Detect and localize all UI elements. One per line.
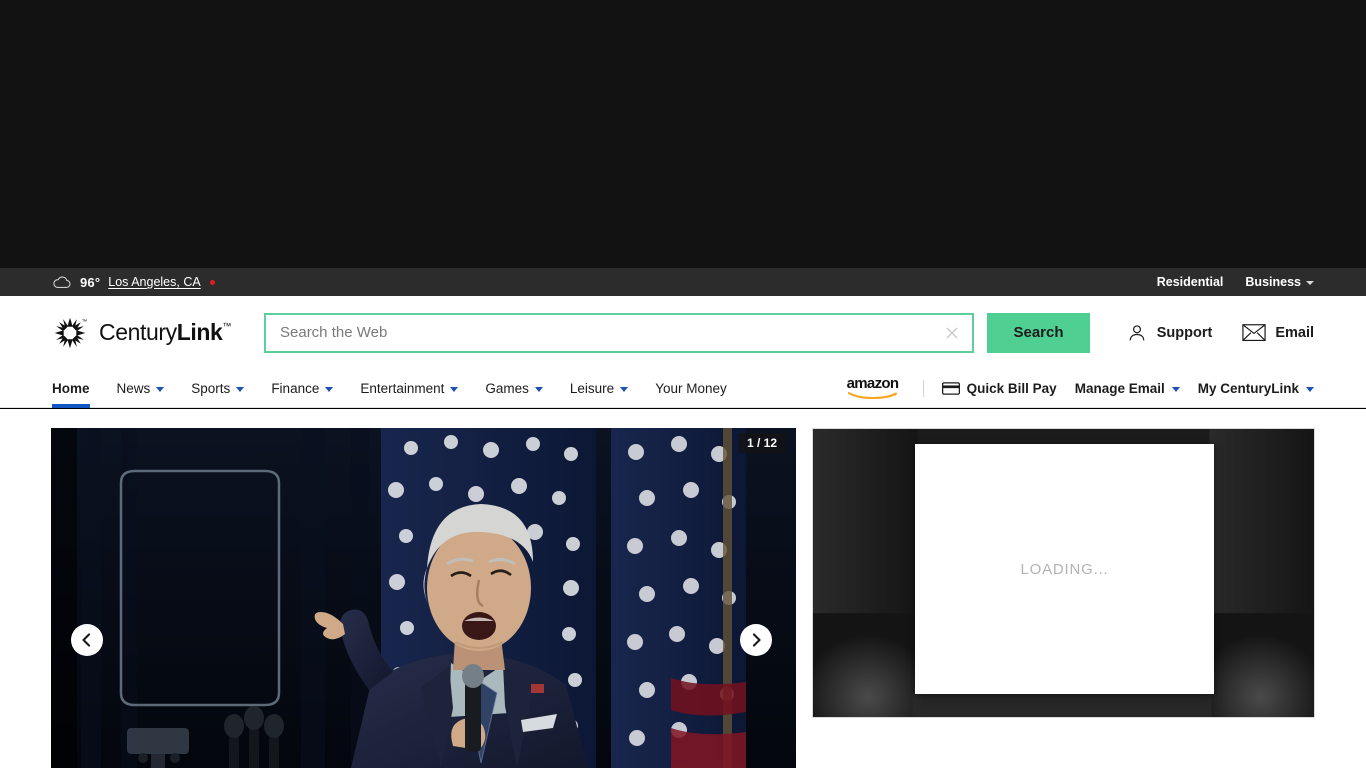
search-box[interactable]	[264, 312, 974, 353]
manage-email-label: Manage Email	[1074, 380, 1165, 396]
weather-location-link[interactable]: Los Angeles, CA	[108, 275, 200, 289]
svg-text:™: ™	[82, 319, 87, 325]
nav-item-sports[interactable]: Sports	[191, 369, 245, 408]
utility-bar: 96° Los Angeles, CA Residential Business	[0, 268, 1366, 296]
nav-item-leisure[interactable]: Leisure	[569, 369, 629, 408]
slide-counter: 1 / 12	[737, 433, 786, 453]
nav-item-label: Your Money	[655, 380, 727, 396]
chevron-right-icon	[752, 633, 761, 647]
chevron-down-icon	[1306, 386, 1314, 392]
support-link[interactable]: Support	[1126, 322, 1213, 344]
centurylink-starburst-icon: ™	[52, 315, 88, 351]
business-label: Business	[1245, 275, 1301, 289]
email-label: Email	[1275, 324, 1314, 341]
nav-item-finance[interactable]: Finance	[271, 369, 334, 408]
chevron-down-icon	[236, 386, 245, 392]
brand-century: Century	[99, 319, 177, 345]
nav-item-label: Home	[52, 380, 90, 396]
advertisement-panel[interactable]: LOADING...	[812, 428, 1315, 718]
brand-link: Link	[176, 319, 223, 345]
hero-slideshow[interactable]: 1 / 12	[51, 428, 796, 768]
nav-item-home[interactable]: Home	[52, 369, 90, 408]
search-button[interactable]: Search	[987, 312, 1090, 353]
chevron-down-icon	[1171, 386, 1180, 392]
nav-item-label: Leisure	[569, 380, 615, 396]
chevron-down-icon	[450, 386, 459, 392]
chevron-down-icon	[325, 386, 334, 392]
slideshow-next-button[interactable]	[740, 624, 772, 656]
brand-trademark: ™	[222, 321, 232, 331]
ad-loading-text: LOADING...	[1020, 560, 1109, 578]
amazon-smile-icon	[847, 392, 897, 399]
my-centurylink-menu[interactable]: My CenturyLink	[1198, 381, 1314, 396]
chevron-down-icon	[620, 386, 629, 392]
page-content: 1 / 12 LOADING...	[0, 409, 1366, 768]
search-input[interactable]	[280, 315, 944, 350]
location-alert-dot	[209, 279, 215, 285]
email-link[interactable]: Email	[1242, 323, 1314, 342]
chevron-down-icon	[156, 386, 165, 392]
nav-divider	[922, 379, 924, 397]
top-banner-region	[0, 0, 1366, 268]
cloud-icon	[53, 276, 71, 288]
weather-widget[interactable]: 96° Los Angeles, CA	[52, 275, 215, 290]
nav-item-games[interactable]: Games	[485, 369, 543, 408]
search-area	[264, 312, 974, 353]
hero-image	[51, 428, 796, 768]
slideshow-prev-button[interactable]	[71, 624, 103, 656]
brand-logo[interactable]: ™ CenturyLink™	[52, 315, 264, 351]
credit-card-icon	[941, 381, 960, 395]
chevron-down-icon	[534, 386, 543, 392]
nav-item-your-money[interactable]: Your Money	[655, 369, 727, 408]
brand-wordmark: CenturyLink™	[99, 319, 231, 346]
envelope-icon	[1242, 324, 1266, 342]
nav-primary-items: Home News Sports Finance Entertainment G…	[52, 369, 727, 408]
business-menu[interactable]: Business	[1245, 275, 1314, 289]
ad-creative: LOADING...	[915, 444, 1214, 694]
my-centurylink-label: My CenturyLink	[1197, 380, 1299, 396]
residential-link[interactable]: Residential	[1157, 275, 1224, 289]
nav-item-label: Entertainment	[360, 380, 445, 396]
support-label: Support	[1156, 324, 1213, 341]
nav-item-entertainment[interactable]: Entertainment	[360, 369, 459, 408]
nav-item-label: Sports	[191, 380, 231, 396]
nav-secondary-items: amazon Quick Bill Pay Manage Email My Ce…	[846, 375, 1314, 399]
nav-item-label: Finance	[271, 380, 320, 396]
quick-bill-pay-label: Quick Bill Pay	[966, 380, 1057, 396]
chevron-down-icon	[1306, 281, 1314, 285]
person-icon	[1129, 324, 1145, 340]
nav-item-label: News	[116, 380, 151, 396]
chevron-left-icon	[82, 633, 91, 647]
close-icon[interactable]	[944, 325, 960, 341]
nav-item-news[interactable]: News	[117, 369, 165, 408]
amazon-label: amazon	[846, 375, 899, 392]
weather-temperature: 96°	[80, 274, 101, 290]
amazon-link[interactable]: amazon	[846, 375, 905, 399]
main-navigation: Home News Sports Finance Entertainment G…	[0, 369, 1366, 408]
site-header: ™ CenturyLink™ Search Support	[0, 296, 1366, 369]
quick-bill-pay-link[interactable]: Quick Bill Pay	[941, 380, 1057, 396]
nav-item-label: Games	[485, 380, 529, 396]
manage-email-menu[interactable]: Manage Email	[1075, 381, 1180, 396]
